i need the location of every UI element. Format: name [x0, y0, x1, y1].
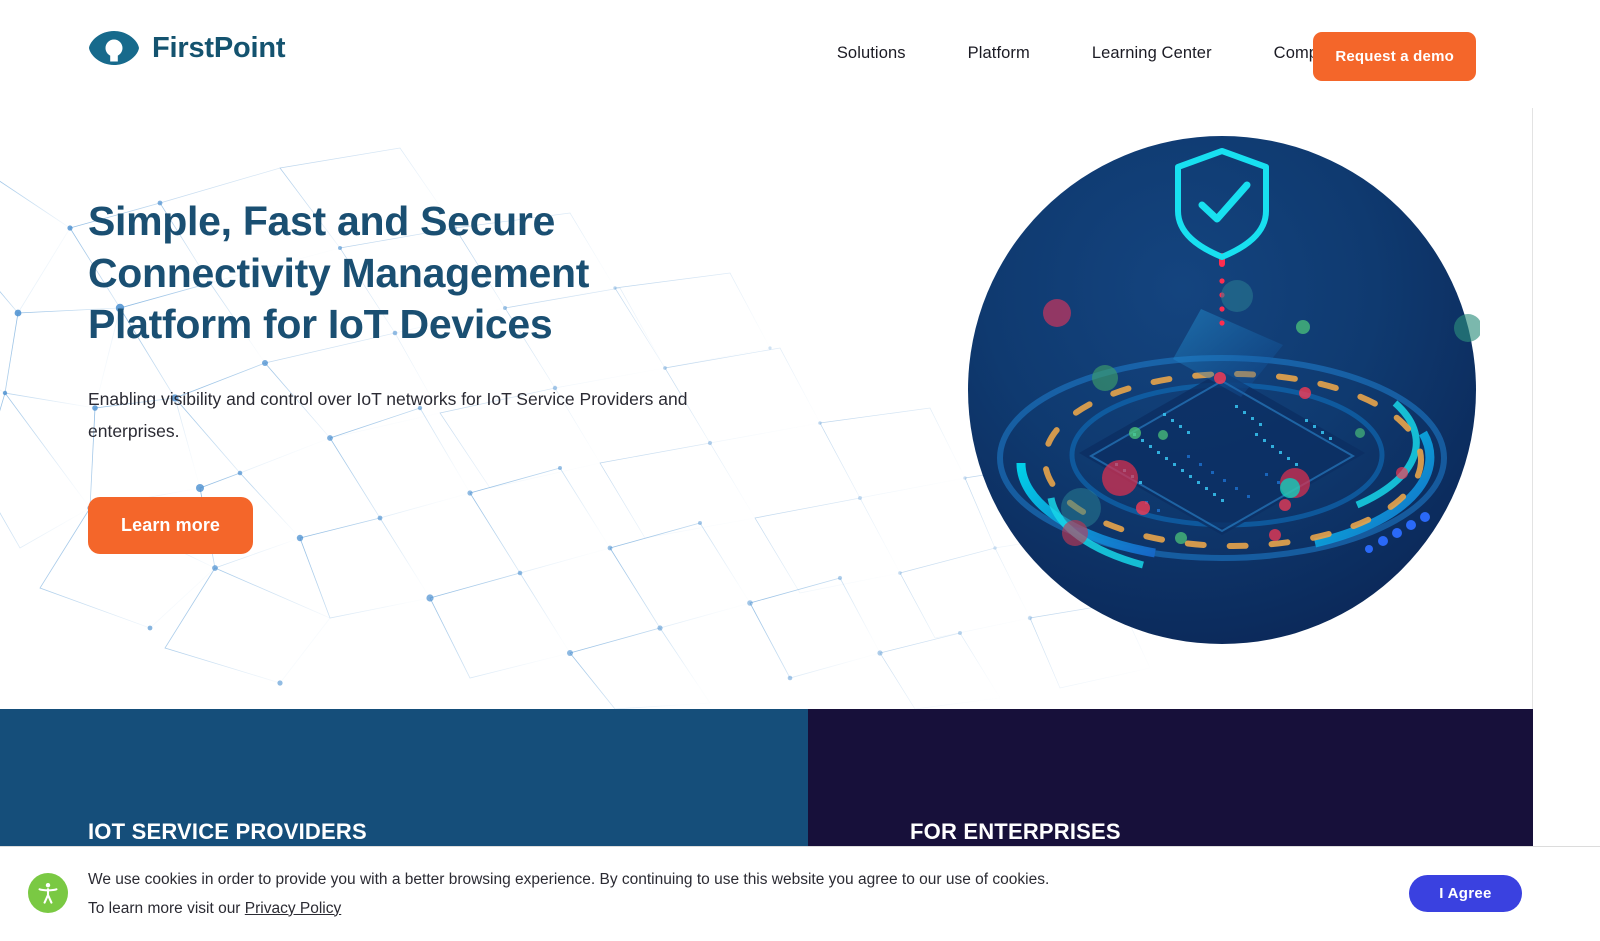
hero-title-line-3: Platform for IoT Devices	[88, 301, 553, 348]
learn-more-button[interactable]: Learn more	[88, 497, 254, 554]
cookie-line-1: We use cookies in order to provide you w…	[88, 871, 1050, 888]
site-header: FirstPoint Solutions Platform Learning C…	[0, 0, 1533, 108]
iot-security-shield-illustration	[968, 136, 1480, 644]
nav-item-platform[interactable]: Platform	[937, 44, 1061, 63]
brand-name: FirstPoint	[152, 31, 286, 64]
request-demo-button[interactable]: Request a demo	[1313, 32, 1476, 81]
page-title: Simple, Fast and Secure Connectivity Man…	[88, 196, 728, 351]
hero-subtitle: Enabling visibility and control over IoT…	[88, 388, 688, 441]
cookie-text: We use cookies in order to provide you w…	[88, 866, 1049, 922]
hero-section: Simple, Fast and Secure Connectivity Man…	[0, 108, 1533, 709]
hero-copy: Simple, Fast and Secure Connectivity Man…	[88, 196, 728, 554]
accessibility-glyph	[38, 883, 58, 904]
i-agree-button[interactable]: I Agree	[1409, 875, 1522, 912]
site-container: FirstPoint Solutions Platform Learning C…	[0, 0, 1533, 941]
cookie-line-2-prefix: To learn more visit our	[88, 899, 245, 917]
hero-title-line-1: Simple, Fast and Secure	[88, 198, 556, 244]
accessibility-person-icon[interactable]	[28, 873, 68, 913]
nav-item-solutions[interactable]: Solutions	[806, 44, 937, 63]
privacy-policy-link[interactable]: Privacy Policy	[245, 900, 341, 917]
eye-lens-icon	[89, 31, 139, 65]
cookie-line-2: To learn more visit our Privacy Policy	[88, 895, 1049, 923]
nav-item-learning-center[interactable]: Learning Center	[1061, 44, 1243, 63]
page-root: FirstPoint Solutions Platform Learning C…	[0, 0, 1600, 941]
brand-logo[interactable]: FirstPoint	[88, 28, 286, 68]
hero-title-line-2: Connectivity Management	[88, 249, 590, 296]
cookie-consent-banner: We use cookies in order to provide you w…	[0, 846, 1600, 941]
panel-title-iot-service-providers: IOT SERVICE PROVIDERS	[88, 819, 367, 844]
main-navigation: Solutions Platform Learning Center Compa…	[806, 44, 1369, 63]
panel-title-for-enterprises: FOR ENTERPRISES	[910, 819, 1121, 844]
